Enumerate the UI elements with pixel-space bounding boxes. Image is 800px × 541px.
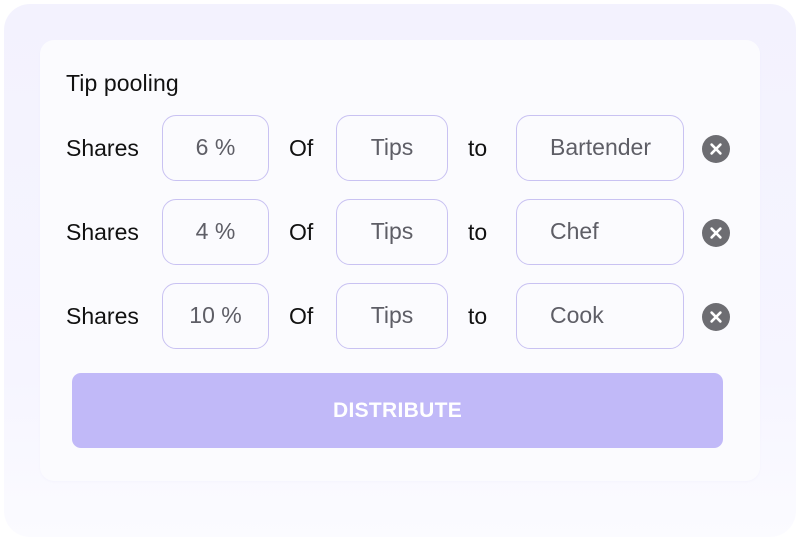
tip-pooling-card: Tip pooling Shares 6 % Of Tips to Barten… [40, 40, 760, 481]
remove-row-button[interactable] [702, 135, 730, 163]
of-label: Of [289, 219, 314, 245]
tip-share-row: Shares 4 % Of Tips to Chef [40, 198, 760, 266]
to-label: to [468, 135, 488, 161]
of-label: Of [289, 135, 314, 161]
shares-label: Shares [66, 135, 139, 161]
percent-field[interactable]: 6 % [162, 115, 269, 181]
role-field[interactable]: Chef [516, 199, 684, 265]
to-label: to [468, 219, 488, 245]
role-field[interactable]: Cook [516, 283, 684, 349]
of-label: Of [289, 303, 314, 329]
tip-share-row: Shares 10 % Of Tips to Cook [40, 282, 760, 350]
shares-label: Shares [66, 303, 139, 329]
percent-field[interactable]: 4 % [162, 199, 269, 265]
remove-row-button[interactable] [702, 303, 730, 331]
source-field[interactable]: Tips [336, 283, 448, 349]
remove-row-button[interactable] [702, 219, 730, 247]
source-field[interactable]: Tips [336, 199, 448, 265]
shares-label: Shares [66, 219, 139, 245]
percent-field[interactable]: 10 % [162, 283, 269, 349]
close-circle-icon [710, 227, 722, 239]
distribute-button[interactable]: DISTRIBUTE [72, 373, 723, 448]
source-field[interactable]: Tips [336, 115, 448, 181]
to-label: to [468, 303, 488, 329]
close-circle-icon [710, 143, 722, 155]
card-title: Tip pooling [66, 70, 179, 96]
close-circle-icon [710, 311, 722, 323]
tip-share-row: Shares 6 % Of Tips to Bartender [40, 114, 760, 182]
role-field[interactable]: Bartender [516, 115, 684, 181]
